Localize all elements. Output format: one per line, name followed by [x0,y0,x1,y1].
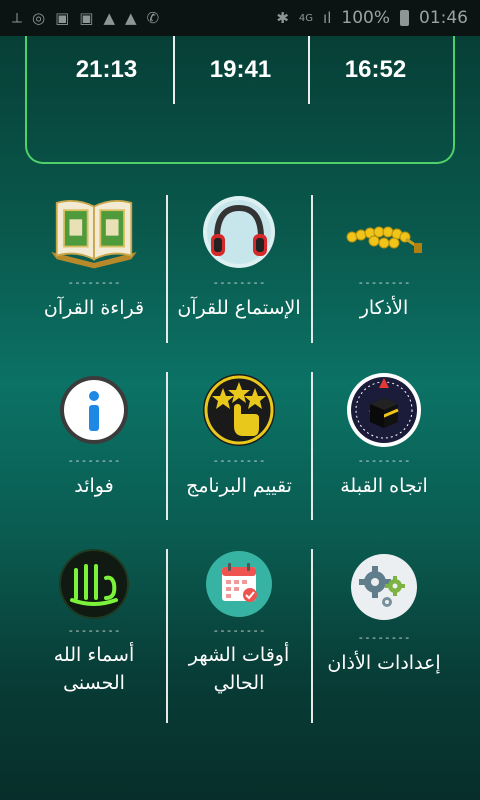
whatsapp-icon: ◎ [32,9,46,27]
tile-rate-app[interactable]: -------- تقييم البرنامج [167,370,311,520]
warning-icon: ▲ [125,9,137,27]
separator: -------- [67,454,121,467]
qibla-compass-icon [334,370,434,450]
status-clock: 01:46 [419,8,468,28]
status-bar: ⟂ ◎ ▣ ▣ ▲ ▲ ✆ ✱ 4G ıl 100% 01:46 [0,0,480,36]
tile-read-quran[interactable]: -------- قراءة القرآن [22,192,166,342]
tile-qibla[interactable]: -------- اتجاه القبلة [312,370,456,520]
tile-label: أسماء الله الحسنى [53,644,135,694]
status-left-icons: ⟂ ◎ ▣ ▣ ▲ ▲ ✆ [12,9,159,27]
prayer-beads-icon [334,192,434,272]
battery-icon [400,10,409,26]
signal-icon: ıl [323,9,332,27]
usb-icon: ⟂ [12,9,23,27]
network-type: 4G [298,12,314,24]
tile-names-of-allah[interactable]: -------- أسماء الله الحسنى [22,547,166,697]
separator: -------- [357,454,411,467]
prayer-times-card: 21:13 19:41 16:52 [25,36,455,164]
image-icon: ▣ [55,9,70,27]
separator: -------- [67,276,121,289]
separator: -------- [357,276,411,289]
prayer-time: 19:41 [209,56,272,83]
viber-icon: ✆ [146,9,160,27]
tile-label: قراءة القرآن [43,297,145,319]
prayer-time: 16:52 [344,56,407,83]
separator: -------- [67,624,121,637]
settings-gears-icon [334,547,434,627]
tile-label: أوقات الشهر الحالي [188,644,290,694]
tile-label: فوائد [74,475,114,497]
headphones-icon [189,192,289,272]
quran-book-icon [44,192,144,272]
tile-benefits[interactable]: -------- فوائد [22,370,166,520]
tile-label: إعدادات الأذان [327,652,441,674]
tile-label: اتجاه القبلة [340,475,428,497]
info-icon [44,370,144,450]
separator: -------- [212,454,266,467]
status-right-icons: ✱ 4G ıl 100% 01:46 [276,8,468,28]
rate-stars-icon [189,370,289,450]
tile-label: تقييم البرنامج [186,475,292,497]
tile-adhkar[interactable]: -------- الأذكار [312,192,456,342]
calendar-icon [189,547,289,620]
prayer-time: 21:13 [75,56,138,83]
image-icon: ▣ [79,9,94,27]
tile-monthly-times[interactable]: -------- أوقات الشهر الحالي [167,547,311,697]
tile-label: الأذكار [359,297,409,319]
tile-adhan-settings[interactable]: -------- إعدادات الأذان [312,547,456,697]
separator: -------- [212,276,266,289]
battery-percent: 100% [341,8,390,28]
separator: -------- [357,631,411,644]
separator: -------- [212,624,266,637]
allah-calligraphy-icon [44,547,144,620]
tile-label: الإستماع للقرآن [177,297,301,319]
warning-icon: ▲ [103,9,116,27]
tile-listen-quran[interactable]: -------- الإستماع للقرآن [167,192,311,342]
bluetooth-icon: ✱ [276,9,289,27]
